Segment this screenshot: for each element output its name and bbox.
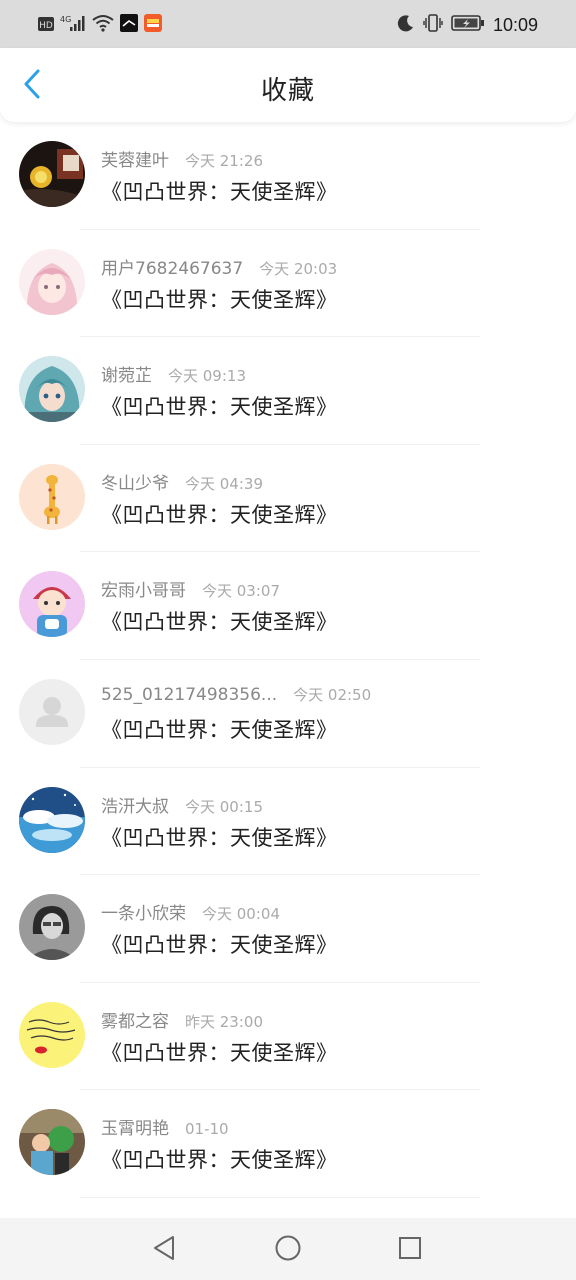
book-title: 《凹凸世界：天使圣辉》 bbox=[101, 1148, 338, 1173]
avatar[interactable] bbox=[19, 786, 85, 853]
status-bar: HD 4G 10:09 bbox=[0, 0, 576, 48]
username: 浩汧大叔 bbox=[101, 796, 169, 817]
vibrate-icon bbox=[423, 14, 443, 36]
nav-home-button[interactable] bbox=[270, 1232, 306, 1268]
avatar-kid-photo bbox=[19, 1109, 85, 1176]
home-circle-icon bbox=[274, 1234, 302, 1266]
book-title: 《凹凸世界：天使圣辉》 bbox=[101, 502, 338, 527]
svg-text:4G: 4G bbox=[60, 15, 71, 24]
battery-icon bbox=[451, 14, 485, 36]
divider bbox=[80, 1196, 480, 1198]
avatar-anime-pink bbox=[19, 248, 85, 315]
avatar-default bbox=[19, 678, 85, 745]
list-item[interactable]: 玉霄明艳 01-10 《凹凸世界：天使圣辉》 bbox=[0, 1090, 576, 1198]
svg-text:HD: HD bbox=[39, 21, 53, 31]
timestamp: 今天 02:50 bbox=[293, 685, 372, 704]
list-item[interactable]: 冬山少爷 今天 04:39 《凹凸世界：天使圣辉》 bbox=[0, 445, 576, 553]
timestamp: 今天 00:15 bbox=[185, 797, 263, 816]
avatar[interactable] bbox=[19, 356, 85, 423]
timestamp: 今天 20:03 bbox=[259, 259, 338, 278]
item-meta: 一条小欣荣 今天 00:04 bbox=[101, 899, 280, 924]
avatar-photo-dark bbox=[19, 141, 85, 207]
wifi-icon bbox=[92, 14, 114, 36]
avatar[interactable] bbox=[19, 894, 85, 961]
username: 芙蓉建叶 bbox=[101, 151, 169, 171]
moon-icon bbox=[397, 14, 415, 36]
avatar[interactable] bbox=[19, 1001, 85, 1068]
book-title: 《凹凸世界：天使圣辉》 bbox=[101, 933, 338, 958]
timestamp: 01-10 bbox=[185, 1120, 229, 1139]
list-item[interactable]: 用户7682467637 今天 20:03 《凹凸世界：天使圣辉》 bbox=[0, 230, 576, 338]
list-item[interactable]: 一条小欣荣 今天 00:04 《凹凸世界：天使圣辉》 bbox=[0, 875, 576, 983]
list-item[interactable]: 芙蓉建叶 今天 21:26 《凹凸世界：天使圣辉》 bbox=[0, 122, 576, 230]
avatar-bw-photo bbox=[19, 894, 85, 961]
status-time: 10:09 bbox=[492, 14, 538, 35]
avatar-handwriting bbox=[19, 1001, 85, 1068]
timestamp: 今天 03:07 bbox=[202, 582, 280, 601]
username: 宏雨小哥哥 bbox=[101, 581, 186, 602]
avatar[interactable] bbox=[19, 463, 85, 530]
system-nav-bar bbox=[0, 1218, 576, 1280]
timestamp: 今天 21:26 bbox=[185, 152, 263, 170]
username: 一条小欣荣 bbox=[101, 904, 186, 925]
avatar-sky-whale bbox=[19, 786, 85, 853]
avatar[interactable] bbox=[19, 1109, 85, 1176]
username: 雾都之容 bbox=[101, 1011, 169, 1032]
book-title: 《凹凸世界：天使圣辉》 bbox=[101, 1040, 338, 1065]
book-title: 《凹凸世界：天使圣辉》 bbox=[101, 287, 338, 312]
back-triangle-icon bbox=[151, 1234, 177, 1266]
list-item[interactable]: 谢菀芷 今天 09:13 《凹凸世界：天使圣辉》 bbox=[0, 337, 576, 445]
page-title: 收藏 bbox=[260, 76, 315, 106]
timestamp: 昨天 23:00 bbox=[185, 1012, 263, 1031]
avatar-cartoon-boy bbox=[19, 571, 85, 638]
book-title: 《凹凸世界：天使圣辉》 bbox=[101, 717, 338, 742]
username: 用户7682467637 bbox=[101, 258, 244, 279]
list-item[interactable]: 525_01217498356... 今天 02:50 《凹凸世界：天使圣辉》 bbox=[0, 660, 576, 768]
app-notification-icon bbox=[120, 14, 138, 36]
avatar-giraffe bbox=[19, 463, 85, 530]
book-title: 《凹凸世界：天使圣辉》 bbox=[101, 180, 338, 204]
username: 玉霄明艳 bbox=[101, 1119, 169, 1140]
status-right-icons: 10:09 bbox=[397, 12, 538, 38]
item-meta: 谢菀芷 今天 09:13 bbox=[101, 361, 246, 386]
app-notification-icon-2 bbox=[144, 14, 162, 36]
avatar[interactable] bbox=[19, 571, 85, 638]
item-meta: 玉霄明艳 01-10 bbox=[101, 1114, 229, 1139]
book-title: 《凹凸世界：天使圣辉》 bbox=[101, 395, 338, 420]
username: 冬山少爷 bbox=[101, 473, 169, 494]
favorites-list: 芙蓉建叶 今天 21:26 《凹凸世界：天使圣辉》 用户7682467637 今… bbox=[0, 122, 576, 1220]
avatar[interactable] bbox=[19, 248, 85, 315]
book-title: 《凹凸世界：天使圣辉》 bbox=[101, 610, 338, 635]
book-title: 《凹凸世界：天使圣辉》 bbox=[101, 825, 338, 850]
avatar-anime-teal bbox=[19, 356, 85, 423]
nav-recents-button[interactable] bbox=[392, 1232, 428, 1268]
item-meta: 浩汧大叔 今天 00:15 bbox=[101, 792, 263, 817]
username: 谢菀芷 bbox=[101, 366, 152, 387]
item-meta: 雾都之容 昨天 23:00 bbox=[101, 1007, 263, 1032]
username: 525_01217498356... bbox=[101, 684, 278, 705]
item-meta: 用户7682467637 今天 20:03 bbox=[101, 254, 337, 279]
timestamp: 今天 09:13 bbox=[168, 367, 246, 386]
signal-icon: 4G bbox=[60, 14, 86, 36]
list-item[interactable]: 浩汧大叔 今天 00:15 《凹凸世界：天使圣辉》 bbox=[0, 768, 576, 876]
item-meta: 525_01217498356... 今天 02:50 bbox=[101, 684, 371, 705]
item-meta: 冬山少爷 今天 04:39 bbox=[101, 469, 263, 494]
nav-back-button[interactable] bbox=[146, 1232, 182, 1268]
avatar[interactable] bbox=[19, 141, 85, 207]
page-header: 收藏 bbox=[0, 48, 576, 122]
timestamp: 今天 04:39 bbox=[185, 474, 263, 493]
list-item[interactable]: 雾都之容 昨天 23:00 《凹凸世界：天使圣辉》 bbox=[0, 983, 576, 1091]
recents-square-icon bbox=[397, 1235, 423, 1265]
item-meta: 宏雨小哥哥 今天 03:07 bbox=[101, 576, 280, 601]
item-meta: 芙蓉建叶 今天 21:26 bbox=[101, 146, 263, 171]
hd-icon: HD bbox=[38, 16, 54, 35]
list-item[interactable]: 宏雨小哥哥 今天 03:07 《凹凸世界：天使圣辉》 bbox=[0, 552, 576, 660]
avatar[interactable] bbox=[19, 678, 85, 745]
timestamp: 今天 00:04 bbox=[202, 905, 280, 924]
status-left-icons: HD 4G bbox=[38, 14, 162, 36]
